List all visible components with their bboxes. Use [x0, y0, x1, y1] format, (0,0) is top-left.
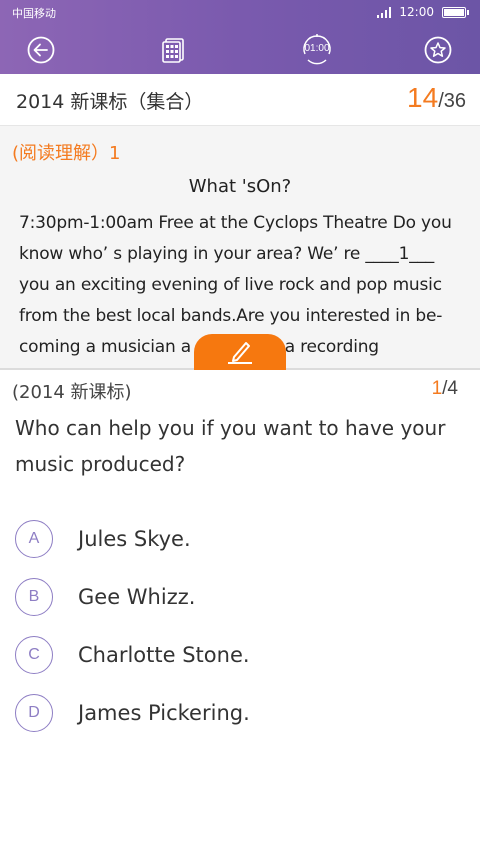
- reading-passage[interactable]: (阅读理解）1 What 'sOn? 7:30pm-1:00am Free at…: [0, 126, 480, 368]
- battery-icon: [442, 6, 469, 18]
- option-letter: C: [15, 636, 53, 674]
- sub-question-counter: 1/4: [432, 378, 458, 400]
- paper-title: 2014 新课标（集合）: [16, 91, 204, 113]
- passage-title: What 'sOn?: [188, 176, 292, 197]
- answer-sheet-button[interactable]: [156, 32, 192, 68]
- option-text: James Pickering.: [78, 701, 250, 725]
- back-arrow-icon: [27, 36, 55, 64]
- signal-icon: [377, 6, 392, 18]
- option-b[interactable]: B Gee Whizz.: [15, 577, 455, 617]
- favorite-star-icon: [424, 36, 452, 64]
- option-d[interactable]: D James Pickering.: [15, 693, 455, 733]
- toolbar: 01:00: [0, 26, 480, 74]
- sub-question-total: /4: [442, 378, 458, 399]
- question-source: (2014 新课标): [12, 382, 132, 403]
- timer-button[interactable]: 01:00: [298, 32, 336, 68]
- paper-title-row: 2014 新课标（集合） 14/36: [0, 74, 480, 126]
- pencil-icon: [228, 342, 252, 364]
- section-label: (阅读理解）1: [12, 143, 121, 164]
- passage-line: know who’ s playing in your area? We’ re…: [19, 244, 435, 264]
- app-header: 中国移动 12:00 01:00: [0, 0, 480, 74]
- question-progress: 14/36: [407, 82, 466, 114]
- option-text: Jules Skye.: [78, 527, 191, 551]
- passage-line: 7:30pm-1:00am Free at the Cyclops Theatr…: [19, 213, 452, 233]
- edit-note-button[interactable]: [194, 334, 286, 370]
- answer-sheet-icon: [162, 38, 184, 63]
- passage-line: you an exciting evening of live rock and…: [19, 275, 442, 295]
- option-letter: A: [15, 520, 53, 558]
- option-letter: B: [15, 578, 53, 616]
- progress-total: /36: [438, 90, 466, 112]
- passage-line: from the best local bands.Are you intere…: [19, 306, 443, 326]
- status-bar: 中国移动 12:00: [0, 0, 480, 26]
- status-indicators: 12:00: [377, 5, 469, 19]
- option-c[interactable]: C Charlotte Stone.: [15, 635, 455, 675]
- carrier-name: 中国移动: [12, 7, 56, 20]
- sub-question-current: 1: [431, 378, 443, 399]
- status-time: 12:00: [399, 5, 434, 19]
- back-button[interactable]: [23, 32, 59, 68]
- question-text: Who can help you if you want to have you…: [15, 416, 446, 476]
- timer-value: 01:00: [304, 43, 330, 54]
- favorite-button[interactable]: [420, 32, 456, 68]
- option-a[interactable]: A Jules Skye.: [15, 519, 455, 559]
- option-letter: D: [15, 694, 53, 732]
- option-text: Gee Whizz.: [78, 585, 196, 609]
- option-text: Charlotte Stone.: [78, 643, 250, 667]
- progress-current: 14: [407, 82, 439, 113]
